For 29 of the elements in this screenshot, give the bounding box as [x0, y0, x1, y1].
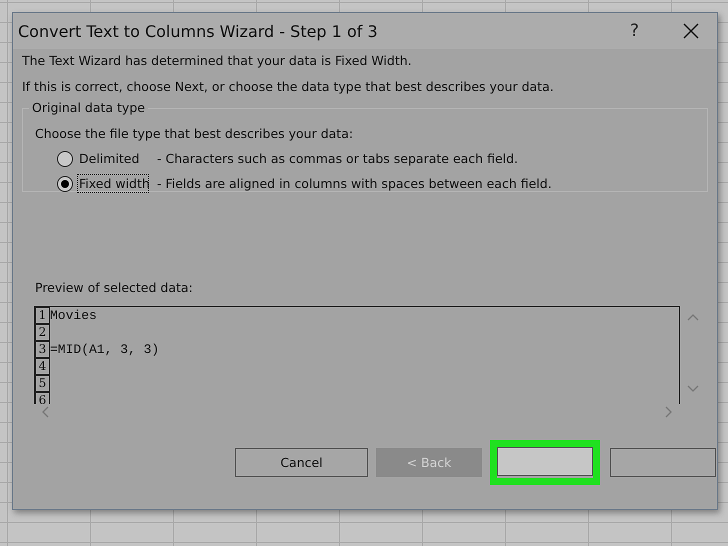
preview-label: Preview of selected data: [35, 280, 194, 295]
close-icon[interactable] [683, 23, 699, 39]
prompt-text: Choose the file type that best describes your data: [35, 126, 354, 141]
radio-button[interactable] [57, 150, 73, 166]
help-button[interactable]: ? [630, 21, 639, 41]
preview-text: Movies [50, 308, 97, 324]
scroll-left-icon[interactable] [41, 406, 49, 418]
message-text: The Text Wizard has determined that your data is Fixed Width. [22, 53, 413, 68]
scroll-up-icon[interactable] [687, 313, 699, 321]
dialog-button[interactable] [610, 448, 716, 477]
message-text: If this is correct, choose Next, or choose the data type that best describes your data. [22, 79, 555, 94]
row-number: 4 [35, 358, 50, 375]
window-title: Convert Text to Columns Wizard - Step 1 of 3 [18, 22, 379, 40]
row-number: 1 [35, 307, 50, 324]
option-description: - Characters such as commas or tabs separate each field. [157, 151, 518, 166]
row-number: 6 [35, 392, 50, 404]
radio-label[interactable]: Delimited [77, 149, 149, 168]
row-number: 5 [35, 375, 50, 392]
row-number: 3 [35, 341, 50, 358]
group-title: Original data type [29, 100, 148, 115]
option-description: - Fields are aligned in columns with spaces between each field. [157, 176, 552, 191]
dialog-button[interactable] [497, 447, 593, 476]
radio-button[interactable] [57, 176, 73, 192]
radio-label[interactable]: Fixed width [77, 174, 149, 193]
scroll-down-icon[interactable] [687, 385, 699, 393]
scroll-right-icon[interactable] [665, 406, 673, 418]
dialog-button[interactable]: Cancel [235, 448, 368, 477]
row-number: 2 [35, 324, 50, 341]
preview-text: =MID(A1, 3, 3) [50, 342, 160, 358]
